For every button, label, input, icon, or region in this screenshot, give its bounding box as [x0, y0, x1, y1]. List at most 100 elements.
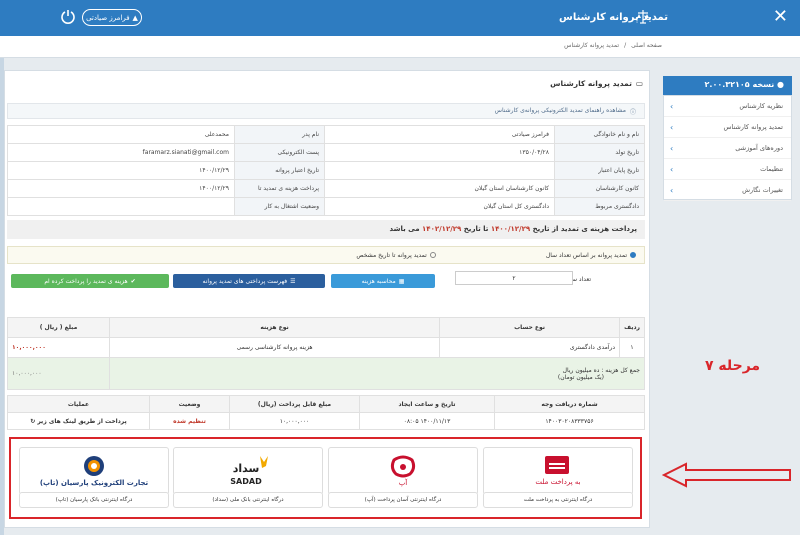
info-value: faramarz.sianati@gmail.com [7, 143, 235, 162]
version-label: نسخه ۲.۰۰.۳۲۱۰۵ [704, 80, 775, 89]
column-header: شماره دریافت وجه [494, 395, 645, 413]
option-by-years[interactable]: تمدید پروانه بر اساس تعداد سال [546, 252, 636, 259]
sidebar-item-label: تغییرات نگارش [742, 186, 783, 194]
top-logo: تجارت الکترونیک پارسیان (تاپ) [40, 456, 149, 487]
gateway-top[interactable]: تجارت الکترونیک پارسیان (تاپ) [19, 447, 169, 495]
gateway-ap[interactable]: آپ [328, 447, 478, 495]
sidebar-item-renewal[interactable]: تمدید پروانه کارشناس › [664, 117, 791, 138]
table-row: تاریخ تولد ۱۳۵۰/۰۴/۲۸ پست الکترونیکی far… [7, 143, 645, 162]
total-amount: ۱۰,۰۰۰,۰۰۰ [6, 357, 111, 390]
mellat-logo: به پرداخت ملت [535, 456, 581, 486]
breadcrumb-current: تمدید پروانه کارشناس [564, 42, 620, 49]
total-row: جمع کل هزینه : ده میلیون ریال (یک میلیون… [6, 357, 645, 390]
guide-text: مشاهده راهنمای تمدید الکترونیکی پروانه‌ی… [494, 107, 626, 114]
table-header-row: شماره دریافت وجه تاریخ و ساعت ایجاد مبلغ… [7, 395, 645, 413]
info-value [7, 197, 235, 216]
chevron-left-icon: › [670, 185, 674, 195]
already-paid-button[interactable]: ✔ هزینه ی تمدید را پرداخت کرده ام [11, 274, 169, 288]
page-title: تمدید پروانه کارشناس [559, 12, 668, 23]
sidebar-item-label: دوره‌های آموزشی [735, 144, 783, 152]
power-icon[interactable] [60, 8, 76, 24]
breadcrumb-separator: / [624, 42, 627, 49]
fee-table: ردیف نوع حساب نوع هزینه مبلغ ( ریال ) ۱ … [6, 317, 645, 390]
info-table: نام و نام خانوادگی فرامرز صیادتی نام پدر… [7, 125, 645, 216]
column-header: تاریخ و ساعت ایجاد [359, 395, 495, 413]
version-dot: ● [774, 80, 784, 89]
gateway-sadad-label[interactable]: درگاه اینترنتی بانک ملی (سداد) [173, 492, 323, 508]
info-value [324, 161, 555, 180]
check-icon: ✔ [130, 277, 136, 285]
fee-notice-suffix: می باشد [389, 225, 420, 233]
info-label: کانون کارشناسان [554, 179, 645, 198]
gateway-top-label[interactable]: درگاه اینترنتی بانک پارسیان (تاپ) [19, 492, 169, 508]
info-label: وضعیت اشتغال به کار [234, 197, 325, 216]
option-label: تمدید پروانه تا تاریخ مشخص [356, 251, 427, 259]
total-words: ده میلیون ریال [562, 366, 600, 374]
guide-link[interactable]: ⓘ مشاهده راهنمای تمدید الکترونیکی پروانه… [7, 103, 645, 119]
fee-notice-mid: تا تاریخ [463, 225, 489, 233]
fee-notice-from: ۱۴۰۰/۱۲/۲۹ [490, 225, 531, 233]
list-icon: ▭ [635, 79, 643, 88]
table-row: دادگستری مربوط دادگستری کل استان گیلان و… [7, 197, 645, 216]
table-row: نام و نام خانوادگی فرامرز صیادتی نام پدر… [7, 125, 645, 144]
info-label: تاریخ اعتبار پروانه [234, 161, 325, 180]
fee-period-notice: پرداخت هزینه ی تمدید از تاریخ ۱۴۰۰/۱۲/۲۹… [7, 220, 645, 239]
column-header: نوع حساب [439, 317, 621, 338]
button-label: فهرست پرداختی های تمدید پروانه [202, 277, 288, 285]
sidebar-item-label: تمدید پروانه کارشناس [723, 123, 783, 131]
gateway-sadad[interactable]: سداد SADAD [173, 447, 323, 495]
calculator-icon: ▦ [398, 277, 405, 285]
table-row: ۱۴۰۰۳۰۲۰۸۳۳۳۷۵۶ ۱۴۰۰/۱۱/۱۳ ۰۸:۰۵ ۱۰,۰۰۰,… [7, 412, 645, 430]
total-words-toman: (یک میلیون تومان) [557, 373, 604, 381]
total-cell: جمع کل هزینه : ده میلیون ریال (یک میلیون… [109, 357, 645, 390]
sidebar-item-changelog[interactable]: تغییرات نگارش › [664, 180, 791, 201]
radio-unselected[interactable] [429, 252, 436, 258]
column-header: ردیف [619, 317, 645, 338]
account-type: درآمدی دادگستری [439, 337, 621, 358]
payment-table: شماره دریافت وجه تاریخ و ساعت ایجاد مبلغ… [7, 395, 645, 430]
info-value: ۱۳۵۰/۰۴/۲۸ [324, 143, 555, 162]
column-header: مبلغ ( ریال ) [6, 317, 111, 338]
sidebar-item-courses[interactable]: دوره‌های آموزشی › [664, 138, 791, 159]
close-icon[interactable]: ✕ [773, 6, 788, 27]
payment-list-button[interactable]: ☰ فهرست پرداختی های تمدید پروانه [173, 274, 325, 288]
total-label-line: جمع کل هزینه : ده میلیون ریال [114, 367, 640, 374]
info-label: تاریخ تولد [554, 143, 645, 162]
sidebar-item-opinion[interactable]: نظریه کارشناس › [664, 96, 791, 117]
info-value: ۱۴۰۰/۱۲/۲۹ [7, 179, 235, 198]
user-button[interactable]: ▲ فرامرز صیادتی [82, 9, 142, 26]
option-to-date[interactable]: تمدید پروانه تا تاریخ مشخص [356, 251, 436, 259]
column-header: وضعیت [149, 395, 230, 413]
chevron-left-icon: › [670, 143, 674, 153]
calculate-fee-button[interactable]: ▦ محاسبه هزینه [331, 274, 435, 288]
gateway-ap-label[interactable]: درگاه اینترنتی آسان پرداخت (آپ) [328, 492, 478, 508]
years-input[interactable]: ۲ [455, 271, 573, 285]
column-header: مبلغ قابل پرداخت (ریال) [229, 395, 360, 413]
version-header: ● نسخه ۲.۰۰.۳۲۱۰۵ [663, 76, 792, 95]
payment-gateways-highlight: به پرداخت ملت درگاه اینترنتی به پرداخت م… [9, 437, 642, 519]
sidebar-item-settings[interactable]: تنظیمات › [664, 159, 791, 180]
sadad-logo-latin: SADAD [230, 477, 262, 486]
gateway-mellat[interactable]: به پرداخت ملت [483, 447, 633, 495]
option-label: تمدید پروانه بر اساس تعداد سال [545, 251, 627, 259]
list-icon: ☰ [290, 277, 296, 285]
total-label: جمع کل هزینه : [601, 366, 640, 374]
info-label: تاریخ پایان اعتبار [554, 161, 645, 180]
table-row: ۱ درآمدی دادگستری هزینه پروانه کارشناسی … [6, 337, 645, 358]
section-title: ▭ تمدید پروانه کارشناس [550, 79, 643, 88]
info-value: محمدعلی [7, 125, 235, 144]
created-datetime: ۱۴۰۰/۱۱/۱۳ ۰۸:۰۵ [359, 412, 495, 430]
radio-selected[interactable] [630, 252, 636, 258]
breadcrumb-home[interactable]: صفحه اصلی [631, 42, 662, 49]
breadcrumb-bar: صفحه اصلی / تمدید پروانه کارشناس [0, 36, 800, 58]
gateway-mellat-label[interactable]: درگاه اینترنتی به پرداخت ملت [483, 492, 633, 508]
stage-annotation: مرحله ۷ [705, 358, 761, 374]
help-icon: ⓘ [629, 109, 636, 116]
info-value: دادگستری کل استان گیلان [324, 197, 555, 216]
info-label: پست الکترونیکی [234, 143, 325, 162]
info-value: فرامرز صیادتی [324, 125, 555, 144]
column-header: عملیات [7, 395, 150, 413]
refresh-icon[interactable]: ↻ [30, 418, 35, 425]
chevron-left-icon: › [670, 101, 674, 111]
fee-amount: ۱۰,۰۰۰,۰۰۰ [6, 337, 111, 358]
